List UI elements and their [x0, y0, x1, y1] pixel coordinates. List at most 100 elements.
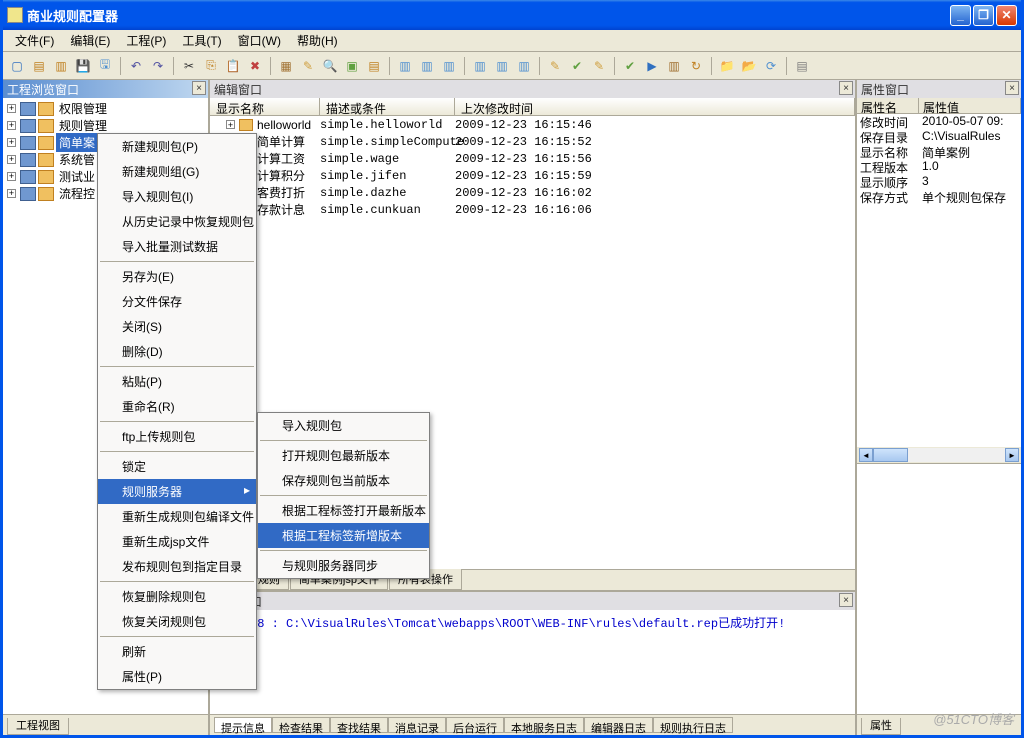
menu-item[interactable]: 工具(T)	[174, 30, 229, 51]
table-row[interactable]: +计算工资simple.wage2009-12-23 16:15:56	[210, 150, 855, 167]
context-menu-item[interactable]: 恢复删除规则包	[98, 584, 256, 609]
table-row[interactable]: +存款计息simple.cunkuan2009-12-23 16:16:06	[210, 201, 855, 218]
toolbar-button[interactable]: 🖫	[95, 56, 115, 76]
expand-icon[interactable]: +	[7, 155, 16, 164]
context-menu-item[interactable]: ftp上传规则包	[98, 424, 256, 449]
tree-label[interactable]: 流程控	[56, 184, 98, 203]
toolbar-button[interactable]: 📋	[223, 56, 243, 76]
property-row[interactable]: 保存目录C:\VisualRules	[857, 129, 1021, 144]
property-row[interactable]: 保存方式单个规则包保存	[857, 189, 1021, 204]
message-tab[interactable]: 查找结果	[330, 717, 388, 733]
editor-close-icon[interactable]: ×	[839, 81, 853, 95]
expand-icon[interactable]: +	[7, 121, 16, 130]
toolbar-button[interactable]: ✎	[298, 56, 318, 76]
context-menu-item[interactable]: 粘贴(P)	[98, 369, 256, 394]
toolbar-button[interactable]: ▥	[664, 56, 684, 76]
message-body[interactable]: 9:11:28 : C:\VisualRules\Tomcat\webapps\…	[210, 610, 855, 714]
context-menu-item[interactable]: 发布规则包到指定目录	[98, 554, 256, 579]
toolbar-button[interactable]: ▤	[792, 56, 812, 76]
toolbar-button[interactable]: ↷	[148, 56, 168, 76]
toolbar-button[interactable]: ▢	[7, 56, 27, 76]
menu-item[interactable]: 编辑(E)	[62, 30, 118, 51]
message-tab[interactable]: 本地服务日志	[504, 717, 584, 733]
expand-icon[interactable]: +	[7, 104, 16, 113]
context-menu-item[interactable]: 根据工程标签打开最新版本	[258, 498, 429, 523]
toolbar-button[interactable]: ✎	[589, 56, 609, 76]
message-tab[interactable]: 编辑器日志	[584, 717, 653, 733]
expand-icon[interactable]: +	[226, 120, 235, 129]
context-menu-item[interactable]: 根据工程标签新增版本	[258, 523, 429, 548]
context-menu-item[interactable]: 从历史记录中恢复规则包	[98, 209, 256, 234]
toolbar-button[interactable]: ▥	[514, 56, 534, 76]
toolbar-button[interactable]: ▥	[395, 56, 415, 76]
property-row[interactable]: 修改时间2010-05-07 09:	[857, 114, 1021, 129]
maximize-button[interactable]: ❐	[973, 5, 994, 26]
toolbar-button[interactable]: ✎	[545, 56, 565, 76]
message-tab[interactable]: 后台运行	[446, 717, 504, 733]
table-row[interactable]: +客费打折simple.dazhe2009-12-23 16:16:02	[210, 184, 855, 201]
context-menu-item[interactable]: 保存规则包当前版本	[258, 468, 429, 493]
toolbar-button[interactable]: ✖	[245, 56, 265, 76]
tree-item[interactable]: +权限管理	[5, 100, 206, 117]
expand-icon[interactable]: +	[7, 189, 16, 198]
context-menu-item[interactable]: 分文件保存	[98, 289, 256, 314]
prop-col-value[interactable]: 属性值	[919, 98, 1021, 114]
menu-item[interactable]: 文件(F)	[7, 30, 62, 51]
properties-tab[interactable]: 属性	[861, 718, 901, 735]
properties-close-icon[interactable]: ×	[1005, 81, 1019, 95]
message-tab[interactable]: 消息记录	[388, 717, 446, 733]
toolbar-button[interactable]: ↶	[126, 56, 146, 76]
context-menu-item[interactable]: 与规则服务器同步	[258, 553, 429, 578]
toolbar-button[interactable]: ▥	[417, 56, 437, 76]
context-menu-item[interactable]: 导入规则包(I)	[98, 184, 256, 209]
context-menu-item[interactable]: 导入规则包	[258, 413, 429, 438]
toolbar-button[interactable]: 📂	[739, 56, 759, 76]
toolbar-button[interactable]: 💾	[73, 56, 93, 76]
col-name[interactable]: 显示名称	[210, 98, 320, 115]
context-menu-item[interactable]: 新建规则组(G)	[98, 159, 256, 184]
close-button[interactable]: ✕	[996, 5, 1017, 26]
toolbar-button[interactable]: ✔	[567, 56, 587, 76]
expand-icon[interactable]: +	[7, 172, 16, 181]
scroll-left-button[interactable]: ◄	[859, 448, 873, 462]
toolbar-button[interactable]: ▶	[642, 56, 662, 76]
tree-item[interactable]: +规则管理	[5, 117, 206, 134]
col-time[interactable]: 上次修改时间	[455, 98, 855, 115]
property-row[interactable]: 显示名称简单案例	[857, 144, 1021, 159]
context-menu-item[interactable]: 重新生成jsp文件	[98, 529, 256, 554]
toolbar-button[interactable]: 🔍	[320, 56, 340, 76]
table-row[interactable]: +简单计算simple.simpleCompute2009-12-23 16:1…	[210, 133, 855, 150]
context-menu-item[interactable]: 另存为(E)	[98, 264, 256, 289]
toolbar-button[interactable]: ▦	[276, 56, 296, 76]
scroll-track[interactable]	[873, 448, 1005, 462]
menu-item[interactable]: 帮助(H)	[289, 30, 346, 51]
property-row[interactable]: 显示顺序3	[857, 174, 1021, 189]
expand-icon[interactable]: +	[7, 138, 16, 147]
menu-item[interactable]: 窗口(W)	[230, 30, 289, 51]
toolbar-button[interactable]: ⟳	[761, 56, 781, 76]
menu-item[interactable]: 工程(P)	[118, 30, 174, 51]
message-tab[interactable]: 提示信息	[214, 717, 272, 733]
scroll-thumb[interactable]	[873, 448, 908, 462]
message-tab[interactable]: 规则执行日志	[653, 717, 733, 733]
project-browser-close-icon[interactable]: ×	[192, 81, 206, 95]
toolbar-button[interactable]: ▤	[29, 56, 49, 76]
context-menu-item[interactable]: 刷新	[98, 639, 256, 664]
toolbar-button[interactable]: ▥	[492, 56, 512, 76]
toolbar-button[interactable]: ⎘	[201, 56, 221, 76]
toolbar-button[interactable]: ▥	[51, 56, 71, 76]
table-row[interactable]: +计算积分simple.jifen2009-12-23 16:15:59	[210, 167, 855, 184]
context-menu-item[interactable]: 删除(D)	[98, 339, 256, 364]
toolbar-button[interactable]: ▥	[470, 56, 490, 76]
context-menu-item[interactable]: 重新生成规则包编译文件	[98, 504, 256, 529]
message-tab[interactable]: 检查结果	[272, 717, 330, 733]
message-close-icon[interactable]: ×	[839, 593, 853, 607]
minimize-button[interactable]: _	[950, 5, 971, 26]
context-menu-item[interactable]: 关闭(S)	[98, 314, 256, 339]
context-menu-item[interactable]: 打开规则包最新版本	[258, 443, 429, 468]
toolbar-button[interactable]: ▤	[364, 56, 384, 76]
prop-col-name[interactable]: 属性名	[857, 98, 919, 114]
property-row[interactable]: 工程版本1.0	[857, 159, 1021, 174]
context-menu-item[interactable]: 新建规则包(P)	[98, 134, 256, 159]
context-menu-item[interactable]: 重命名(R)	[98, 394, 256, 419]
